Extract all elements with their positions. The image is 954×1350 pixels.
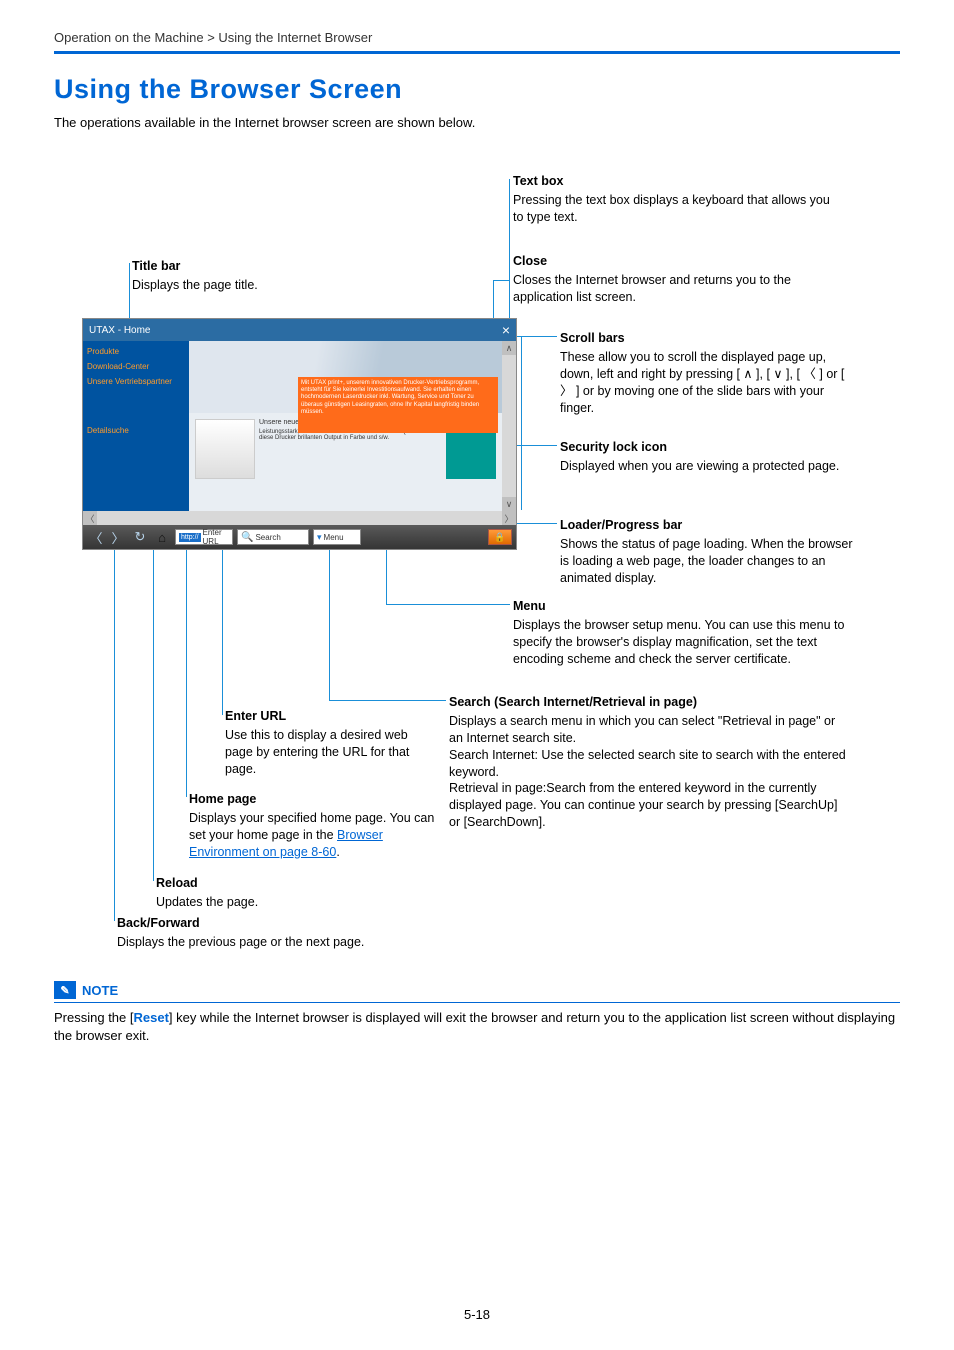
reset-key: Reset <box>134 1010 169 1025</box>
label-menu: Menu Displays the browser setup menu. Yo… <box>513 598 853 668</box>
sidebar-item[interactable]: Detailsuche <box>87 426 185 435</box>
note-box: ✎ NOTE Pressing the [Reset] key while th… <box>54 981 900 1044</box>
label-scrollbars: Scroll bars These allow you to scroll th… <box>560 330 860 416</box>
vertical-scrollbar[interactable]: ∧ ∨ <box>502 341 516 511</box>
page-title: Using the Browser Screen <box>54 74 900 105</box>
menu-button[interactable]: ▾ Menu <box>313 529 361 545</box>
browser-sidebar: Produkte Download-Center Unsere Vertrieb… <box>83 341 189 511</box>
promo-box: Mit UTAX print+, unserem innovativen Dru… <box>298 377 498 433</box>
label-loader: Loader/Progress bar Shows the status of … <box>560 517 860 587</box>
label-backforward: Back/Forward Displays the previous page … <box>117 915 367 951</box>
annotated-diagram: Text box Pressing the text box displays … <box>54 155 900 975</box>
back-button[interactable]: 〈 <box>87 528 105 546</box>
label-close: Close Closes the Internet browser and re… <box>513 253 853 306</box>
label-enter-url: Enter URL Use this to display a desired … <box>225 708 435 778</box>
label-reload: Reload Updates the page. <box>156 875 406 911</box>
scroll-right-icon[interactable]: 〉 <box>502 511 516 525</box>
home-button[interactable]: ⌂ <box>153 528 171 546</box>
printer-image <box>195 419 255 479</box>
note-body: Pressing the [Reset] key while the Inter… <box>54 1009 900 1044</box>
reload-button[interactable]: ↻ <box>131 528 149 546</box>
url-field[interactable]: http:// Enter URL <box>175 529 233 545</box>
close-icon[interactable]: × <box>502 322 510 338</box>
horizontal-scrollbar[interactable]: 〈 〉 <box>83 511 516 525</box>
browser-mock: UTAX - Home × Produkte Download-Center U… <box>82 318 517 550</box>
label-titlebar: Title bar Displays the page title. <box>132 258 332 294</box>
sidebar-item[interactable]: Produkte <box>87 347 185 356</box>
label-security: Security lock icon Displayed when you ar… <box>560 439 860 475</box>
label-search: Search (Search Internet/Retrieval in pag… <box>449 694 849 831</box>
lock-icon: 🔒 <box>494 532 505 543</box>
label-textbox: Text box Pressing the text box displays … <box>513 173 843 226</box>
browser-content: Mit UTAX print+, unserem innovativen Dru… <box>189 341 502 511</box>
search-field[interactable]: 🔍 Search <box>237 529 309 545</box>
loader-indicator: 🔒 <box>488 529 512 545</box>
divider <box>54 51 900 54</box>
sidebar-item[interactable]: Download-Center <box>87 362 185 371</box>
intro-text: The operations available in the Internet… <box>54 115 900 130</box>
page-number: 5-18 <box>0 1307 954 1322</box>
search-icon: 🔍 <box>241 532 253 543</box>
browser-title-bar: UTAX - Home × <box>83 319 516 341</box>
menu-icon: ▾ <box>317 532 322 543</box>
label-home: Home page Displays your specified home p… <box>189 791 449 861</box>
note-title: NOTE <box>82 983 118 998</box>
forward-button[interactable]: 〉 <box>109 528 127 546</box>
http-badge: http:// <box>179 533 201 542</box>
note-icon: ✎ <box>54 981 76 999</box>
browser-page-title: UTAX - Home <box>89 325 151 336</box>
scroll-left-icon[interactable]: 〈 <box>83 511 97 525</box>
sidebar-item[interactable]: Unsere Vertriebspartner <box>87 377 185 386</box>
breadcrumb: Operation on the Machine > Using the Int… <box>54 30 900 45</box>
scroll-down-icon[interactable]: ∨ <box>502 497 516 511</box>
browser-toolbar: 〈 〉 ↻ ⌂ http:// Enter URL 🔍 Search ▾ Men… <box>83 525 516 549</box>
scroll-up-icon[interactable]: ∧ <box>502 341 516 355</box>
